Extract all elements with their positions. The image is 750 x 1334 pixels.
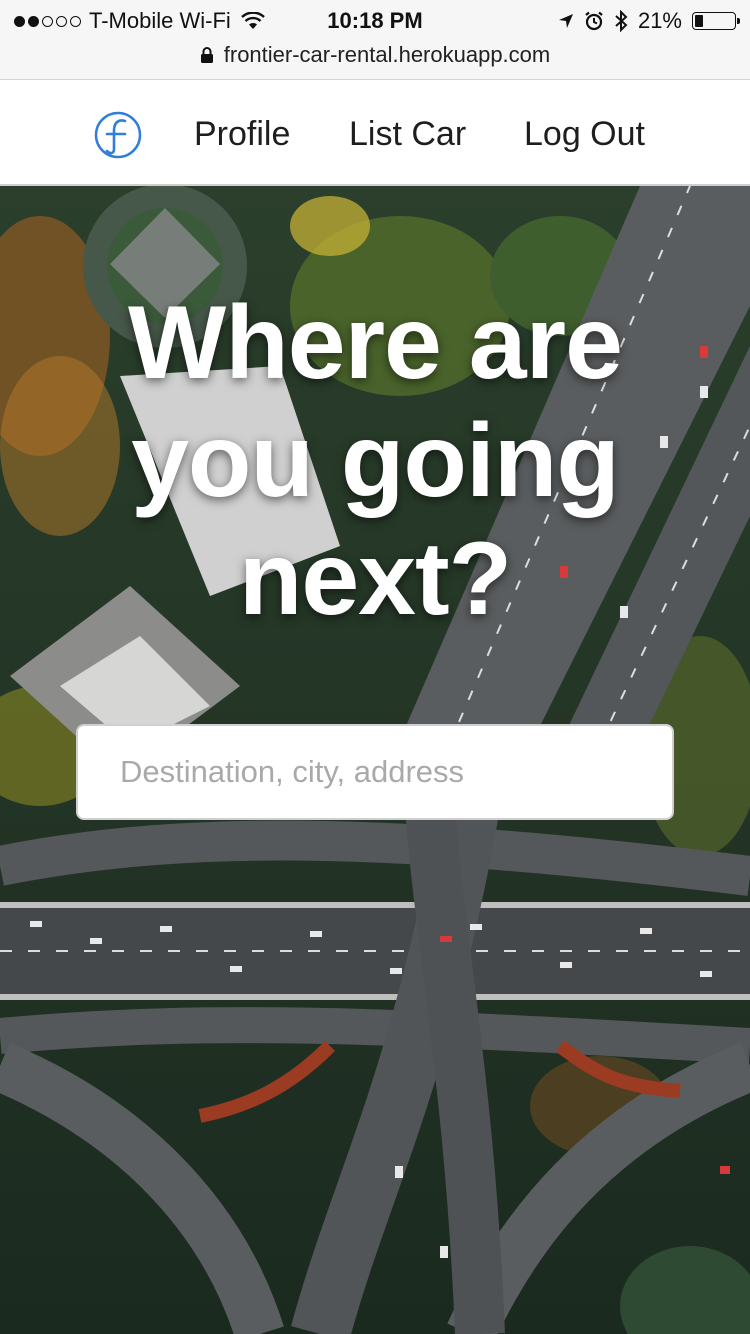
- destination-search-box: [76, 724, 674, 820]
- headline-line: you going: [131, 403, 620, 519]
- status-right: 21%: [558, 6, 740, 36]
- nav-profile-link[interactable]: Profile: [194, 114, 290, 154]
- signal-dot: [42, 15, 53, 27]
- nav-log-out-link[interactable]: Log Out: [524, 114, 645, 154]
- signal-dot: [56, 15, 67, 27]
- signal-dot: [70, 15, 81, 27]
- lock-icon: [200, 47, 213, 63]
- location-arrow-icon: [558, 14, 573, 28]
- carrier-name: T-Mobile Wi-Fi: [89, 8, 231, 33]
- ios-status-bar: T-Mobile Wi-Fi 10:18 PM 21% frontier-car…: [0, 0, 750, 80]
- url-text: frontier-car-rental.herokuapp.com: [223, 42, 551, 67]
- destination-search-input[interactable]: [78, 726, 672, 818]
- alarm-icon: [585, 11, 603, 31]
- status-row: T-Mobile Wi-Fi 10:18 PM 21%: [0, 6, 750, 36]
- signal-strength-icon: [14, 15, 81, 27]
- signal-dot: [14, 15, 25, 27]
- battery-percent: 21%: [637, 8, 682, 33]
- frontier-logo-icon[interactable]: [92, 109, 144, 161]
- hero-section: Where are you going next?: [0, 186, 750, 1334]
- wifi-icon: [240, 12, 265, 29]
- headline-line: Where are: [128, 285, 623, 401]
- top-navigation: Profile List Car Log Out: [0, 80, 750, 186]
- headline-line: next?: [238, 521, 512, 637]
- status-left: T-Mobile Wi-Fi: [14, 6, 265, 36]
- battery-level: [695, 15, 703, 27]
- signal-dot: [28, 15, 39, 27]
- battery-icon: [692, 12, 740, 30]
- bluetooth-icon: [615, 10, 628, 32]
- address-bar[interactable]: frontier-car-rental.herokuapp.com: [0, 38, 750, 72]
- hero-headline: Where are you going next?: [0, 284, 750, 638]
- nav-list-car-link[interactable]: List Car: [349, 114, 466, 154]
